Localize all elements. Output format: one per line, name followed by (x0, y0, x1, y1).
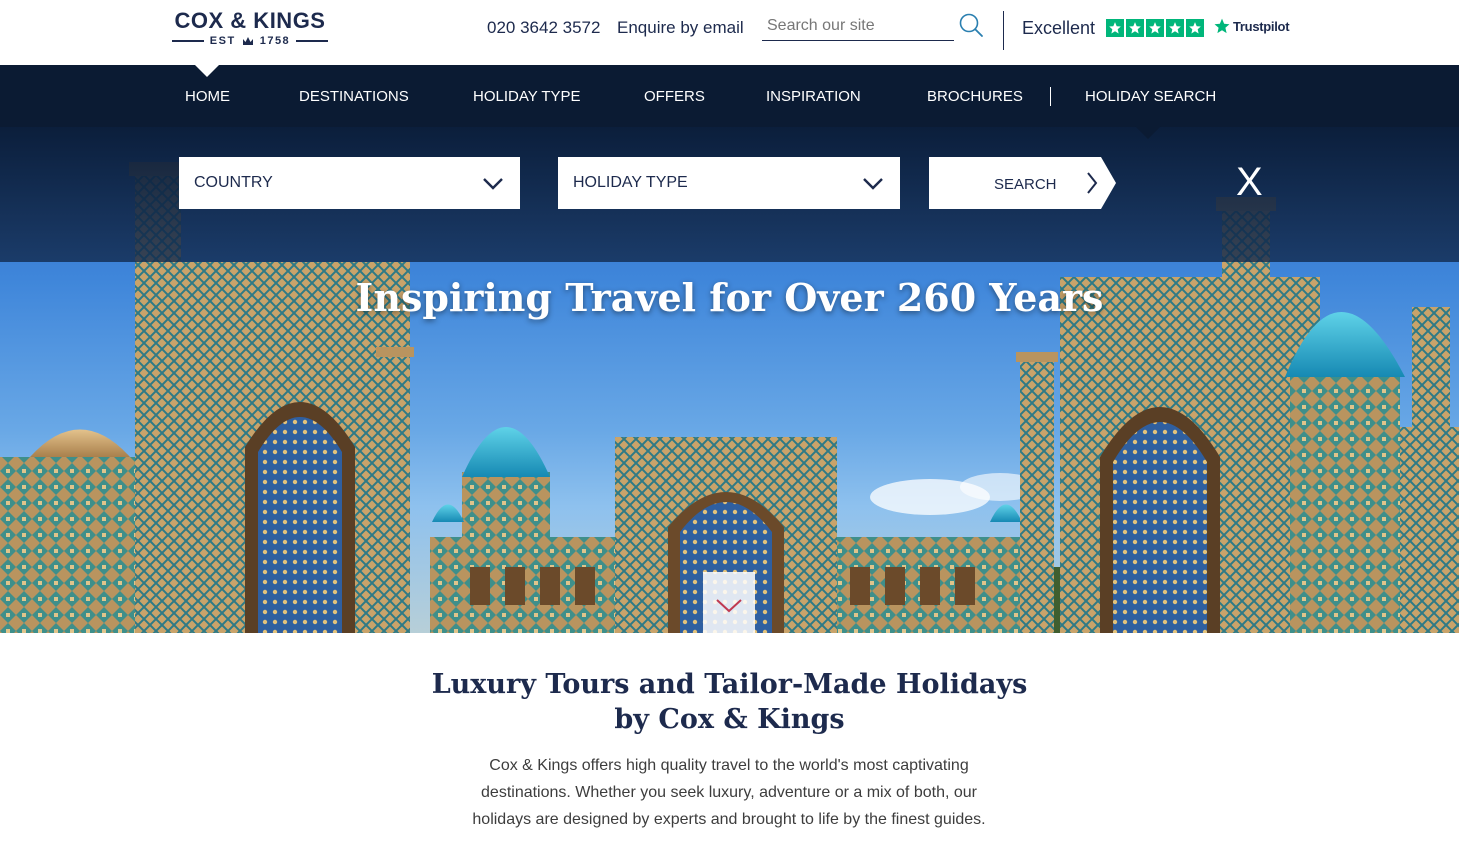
country-select[interactable]: COUNTRY (179, 157, 520, 209)
chevron-down-icon (863, 178, 883, 190)
holiday-search-panel: COUNTRY HOLIDAY TYPE SEARCH X (0, 127, 1459, 262)
intro-title: Luxury Tours and Tailor-Made Holidays by… (0, 667, 1459, 737)
intro-text: Cox & Kings offers high quality travel t… (472, 757, 986, 828)
star-icon (1166, 19, 1184, 37)
scroll-down-button[interactable] (703, 572, 755, 633)
logo-est: EST (209, 35, 236, 47)
star-icon (1126, 19, 1144, 37)
hero-title: Inspiring Travel for Over 260 Years (355, 275, 1104, 320)
nav-divider (1050, 87, 1051, 106)
search-button[interactable]: SEARCH (929, 157, 1117, 209)
logo-established: EST 1758 (162, 35, 338, 47)
hero-banner: COUNTRY HOLIDAY TYPE SEARCH X Inspiring … (0, 127, 1459, 633)
trustpilot-rating: Excellent (1022, 18, 1096, 38)
star-icon (1106, 19, 1124, 37)
star-icon (1186, 19, 1204, 37)
site-search (762, 12, 954, 41)
trustpilot-logo[interactable]: Trustpilot (1214, 18, 1290, 34)
star-icon (1146, 19, 1164, 37)
nav-inspiration[interactable]: INSPIRATION (766, 88, 861, 105)
nav-brochures[interactable]: BROCHURES (927, 88, 1023, 105)
crown-icon (242, 37, 253, 45)
chevron-down-icon (483, 178, 503, 190)
nav-holiday-search[interactable]: HOLIDAY SEARCH (1085, 88, 1216, 105)
header-divider (1003, 11, 1004, 50)
enquire-email-link[interactable]: Enquire by email (617, 18, 744, 38)
site-search-input[interactable] (762, 12, 954, 39)
holiday-type-select-label: HOLIDAY TYPE (573, 174, 688, 191)
nav-home[interactable]: HOME (185, 88, 230, 105)
logo-year: 1758 (259, 35, 291, 47)
logo-rule-right (296, 40, 329, 42)
nav-destinations[interactable]: DESTINATIONS (299, 88, 409, 105)
country-select-label: COUNTRY (194, 174, 273, 191)
search-button-label: SEARCH (994, 176, 1057, 193)
holiday-type-select[interactable]: HOLIDAY TYPE (558, 157, 900, 209)
close-search-button[interactable]: X (1236, 162, 1263, 202)
trustpilot-stars[interactable] (1106, 19, 1204, 37)
chevron-down-icon (716, 599, 742, 613)
active-nav-indicator (195, 65, 219, 77)
phone-link[interactable]: 020 3642 3572 (487, 18, 600, 38)
trustpilot-brand-text: Trustpilot (1233, 18, 1290, 34)
logo-rule-left (171, 40, 204, 42)
trustpilot-star-icon (1214, 18, 1230, 34)
nav-holiday-type[interactable]: HOLIDAY TYPE (473, 88, 581, 105)
brand-logo[interactable]: COX & KINGS EST 1758 (162, 9, 338, 51)
top-header: COX & KINGS EST 1758 020 3642 3572 Enqui… (0, 0, 1459, 65)
search-icon[interactable] (958, 12, 984, 38)
intro-title-line2: by Cox & Kings (614, 704, 845, 735)
logo-wordmark: COX & KINGS (174, 8, 326, 33)
holiday-search-pointer (1135, 126, 1161, 139)
intro-title-line1: Luxury Tours and Tailor-Made Holidays (431, 669, 1028, 700)
nav-offers[interactable]: OFFERS (644, 88, 705, 105)
